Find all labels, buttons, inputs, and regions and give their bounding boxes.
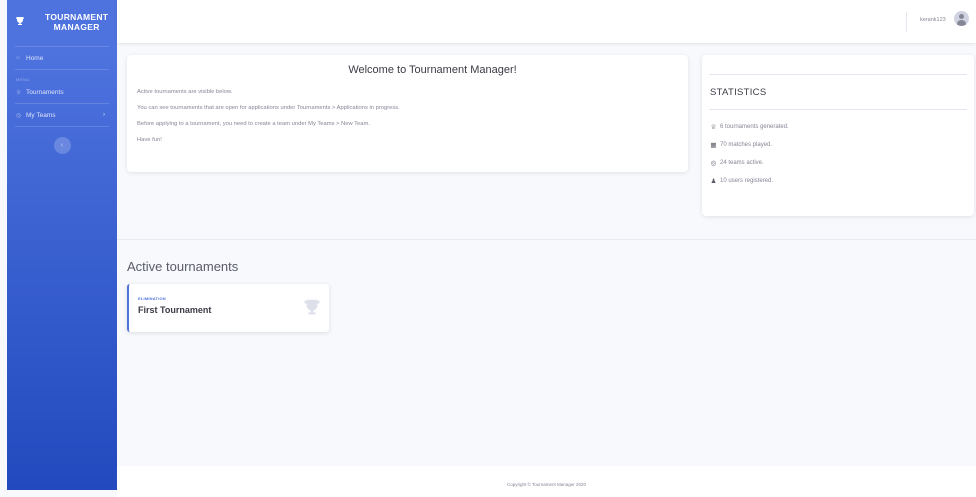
- users-icon: ◎: [16, 112, 22, 119]
- copyright-text: Copyright © Tournament Manager 2020: [506, 482, 587, 487]
- tournament-card[interactable]: ELIMINATION First Tournament: [127, 284, 329, 332]
- sidebar-toggle-button[interactable]: ‹: [53, 137, 71, 154]
- brand-text: TOURNAMENT MANAGER: [45, 12, 108, 32]
- stat-matches: ▦ 70 matches played.: [710, 141, 772, 149]
- brand-link[interactable]: TOURNAMENT MANAGER: [7, 0, 117, 44]
- stat-tournaments: ♕ 6 tournaments generated.: [710, 123, 789, 131]
- topbar: kerank123: [117, 0, 976, 43]
- sidebar-divider: [15, 69, 109, 70]
- sidebar-item-my-teams[interactable]: ◎ My Teams ›: [7, 106, 117, 124]
- footer: Copyright © Tournament Manager 2020: [117, 466, 976, 497]
- sidebar: TOURNAMENT MANAGER ⌂ Home MENU ♕ Tournam…: [7, 0, 117, 490]
- stat-text: 70 matches played.: [720, 142, 773, 148]
- home-icon: ⌂: [16, 55, 20, 61]
- tournament-name: First Tournament: [138, 305, 212, 315]
- brand-line-2: MANAGER: [53, 22, 100, 32]
- stat-teams: ◎ 24 teams active.: [710, 159, 764, 167]
- sidebar-divider: [15, 126, 109, 127]
- welcome-line: Active tournaments are visible below.: [137, 89, 233, 95]
- section-divider: [117, 239, 976, 240]
- stat-text: 6 tournaments generated.: [720, 124, 789, 130]
- calendar-icon: ▦: [710, 142, 717, 149]
- trophy-icon: [15, 16, 31, 29]
- user-icon: ♟: [710, 178, 717, 185]
- stats-divider: [709, 109, 967, 110]
- trophy-icon: ♕: [710, 124, 717, 131]
- sidebar-item-label: Tournaments: [26, 88, 64, 96]
- topbar-divider: [906, 12, 907, 32]
- welcome-card: Welcome to Tournament Manager! Active to…: [127, 55, 688, 172]
- stat-users: ♟ 10 users registered.: [710, 177, 773, 185]
- sidebar-item-label: Home: [26, 54, 44, 62]
- welcome-line: You can see tournaments that are open fo…: [137, 105, 400, 111]
- trophy-icon: [303, 298, 321, 321]
- stats-divider: [709, 74, 967, 75]
- brand-line-1: TOURNAMENT: [45, 12, 109, 22]
- chevron-right-icon: ›: [103, 112, 105, 118]
- avatar[interactable]: [954, 11, 969, 26]
- stat-text: 24 teams active.: [720, 160, 764, 166]
- trophy-icon: ♕: [16, 89, 22, 96]
- statistics-card: STATISTICS ♕ 6 tournaments generated. ▦ …: [702, 55, 974, 216]
- user-name[interactable]: kerank123: [920, 17, 946, 23]
- stat-text: 10 users registered.: [720, 178, 774, 184]
- chevron-left-icon: ‹: [60, 142, 64, 149]
- sidebar-item-tournaments[interactable]: ♕ Tournaments: [7, 83, 117, 101]
- sidebar-divider: [15, 46, 109, 47]
- active-tournaments-heading: Active tournaments: [127, 259, 239, 274]
- sidebar-divider: [15, 103, 109, 104]
- users-icon: ◎: [710, 160, 717, 167]
- sidebar-item-label: My Teams: [26, 111, 56, 119]
- tournament-type: ELIMINATION: [138, 296, 166, 301]
- welcome-line: Have fun!: [137, 137, 162, 143]
- welcome-line: Before applying to a tournament, you nee…: [137, 121, 370, 127]
- statistics-title: STATISTICS: [710, 87, 767, 98]
- welcome-title: Welcome to Tournament Manager!: [348, 64, 517, 76]
- sidebar-item-home[interactable]: ⌂ Home: [7, 49, 117, 67]
